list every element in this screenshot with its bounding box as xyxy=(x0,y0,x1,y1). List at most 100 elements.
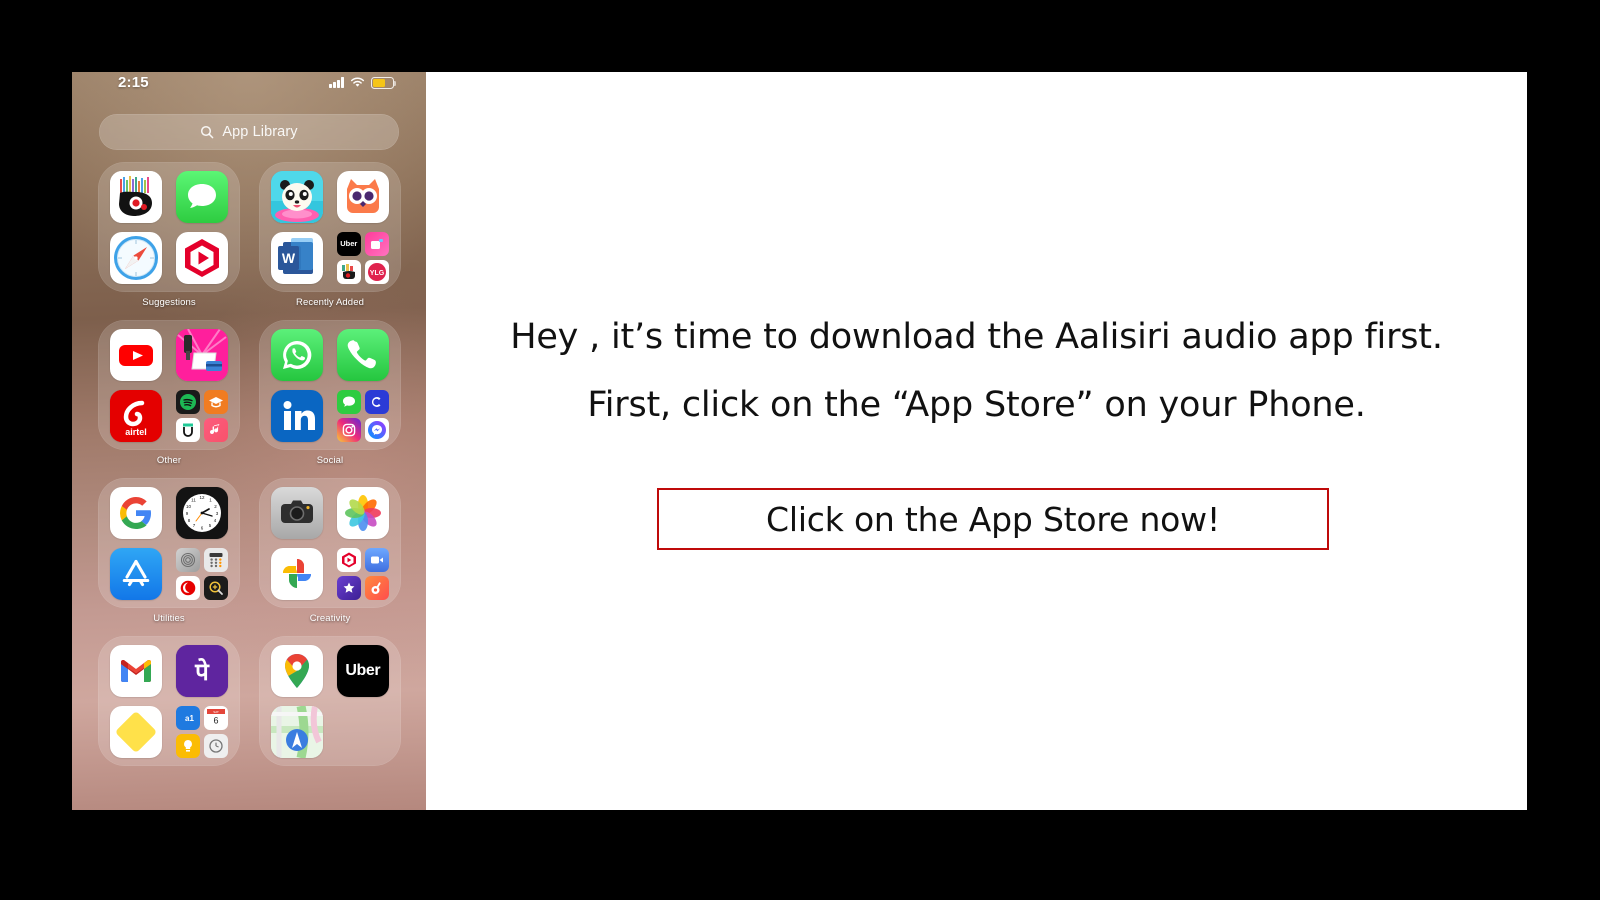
svg-text:6: 6 xyxy=(213,715,218,725)
app-icon-sticker[interactable] xyxy=(336,259,361,284)
instruction-slide: Hey , it’s time to download the Aalisiri… xyxy=(426,72,1527,810)
svg-text:पे: पे xyxy=(194,658,210,686)
app-icon-calculator[interactable] xyxy=(203,547,228,572)
slide-canvas: 2:15 App Library Suggestions W Uber YLG … xyxy=(0,0,1600,900)
folder-label: Recently Added xyxy=(296,297,364,308)
svg-text:SAT: SAT xyxy=(213,710,219,714)
svg-text:airtel: airtel xyxy=(125,427,147,437)
app-icon-phone[interactable] xyxy=(336,328,389,381)
folder-label: Other xyxy=(156,455,182,466)
folder-label: Social xyxy=(316,455,344,466)
folder-row4-right[interactable]: Uber xyxy=(259,636,401,771)
app-cluster-row4-left-more[interactable]: a1 SAT 6 xyxy=(175,705,228,758)
app-icon-garageband[interactable] xyxy=(364,575,389,600)
app-icon-apple-maps[interactable] xyxy=(271,705,324,758)
app-icon-uber[interactable]: Uber xyxy=(336,231,361,256)
wifi-icon xyxy=(350,77,365,88)
app-cluster-recently-added-more[interactable]: Uber YLG xyxy=(336,231,389,284)
svg-text:12: 12 xyxy=(199,495,205,500)
app-icon-notes[interactable] xyxy=(110,705,163,758)
app-icon-pocket-code[interactable] xyxy=(110,170,163,223)
app-icon-chingari[interactable] xyxy=(364,389,389,414)
folder-row: 12 1 2 345 678 9 10 11 Utilities Creativ… xyxy=(98,478,402,624)
folder-row: Suggestions W Uber YLG Recently Added xyxy=(98,162,402,308)
app-cluster-social-more[interactable] xyxy=(336,389,389,442)
app-icon-uber-large[interactable]: Uber xyxy=(336,644,389,697)
app-icon-instagram[interactable] xyxy=(336,417,361,442)
app-icon-magnifier[interactable] xyxy=(203,575,228,600)
folder-row4-left[interactable]: पे a1 SAT 6 xyxy=(98,636,240,771)
app-library-search-field[interactable]: App Library xyxy=(99,114,399,150)
status-bar-indicators xyxy=(329,77,397,89)
app-icon-keep[interactable] xyxy=(175,733,200,758)
app-icon-empty xyxy=(337,706,389,758)
app-icon-clock[interactable]: 12 1 2 345 678 9 10 11 xyxy=(175,486,228,539)
folder-social[interactable]: Social xyxy=(259,320,401,466)
folder-label: Creativity xyxy=(309,613,351,624)
app-icon-gmail[interactable] xyxy=(110,644,163,697)
app-icon-duolingo-owl[interactable] xyxy=(336,170,389,223)
app-icon-google-photos[interactable] xyxy=(271,547,324,600)
folder-label: Suggestions xyxy=(142,297,196,308)
app-icon-beauty[interactable] xyxy=(364,231,389,256)
app-icon-udemy[interactable] xyxy=(203,389,228,414)
status-bar-clock: 2:15 xyxy=(118,74,149,91)
folder-row: पे a1 SAT 6 Uber xyxy=(98,636,402,771)
folder-creativity[interactable]: Creativity xyxy=(259,478,401,624)
instruction-line-2: First, click on the “App Store” on your … xyxy=(587,385,1366,425)
app-library-grid: Suggestions W Uber YLG Recently Added ai… xyxy=(98,162,402,783)
svg-text:a1: a1 xyxy=(185,714,194,723)
app-icon-linkedin[interactable] xyxy=(271,389,324,442)
status-bar: 2:15 xyxy=(72,72,426,98)
app-cluster-creativity-more[interactable] xyxy=(336,547,389,600)
app-icon-play-small[interactable] xyxy=(336,547,361,572)
svg-text:W: W xyxy=(282,250,296,266)
app-icon-music[interactable] xyxy=(203,417,228,442)
app-icon-airtel[interactable]: airtel xyxy=(110,389,163,442)
app-icon-facetime[interactable] xyxy=(364,547,389,572)
folder-label: Utilities xyxy=(153,613,185,624)
svg-text:11: 11 xyxy=(191,497,196,502)
call-to-action-label: Click on the App Store now! xyxy=(766,499,1220,539)
app-icon-play-hexagon[interactable] xyxy=(175,231,228,284)
call-to-action-box[interactable]: Click on the App Store now! xyxy=(657,488,1329,550)
app-icon-panda-game[interactable] xyxy=(271,170,324,223)
app-icon-ylg[interactable]: YLG xyxy=(364,259,389,284)
app-icon-whatsapp[interactable] xyxy=(271,328,324,381)
search-icon xyxy=(201,125,214,139)
folder-row: airtel Other Social xyxy=(98,320,402,466)
app-icon-settings[interactable] xyxy=(175,547,200,572)
phone-screenshot: 2:15 App Library Suggestions W Uber YLG … xyxy=(72,72,426,810)
app-icon-billing[interactable] xyxy=(175,328,228,381)
svg-text:10: 10 xyxy=(186,504,192,509)
app-icon-unacademy[interactable] xyxy=(175,417,200,442)
svg-text:YLG: YLG xyxy=(370,270,385,277)
app-icon-imovie[interactable] xyxy=(336,575,361,600)
app-icon-youtube[interactable] xyxy=(110,328,163,381)
folder-recently-added[interactable]: W Uber YLG Recently Added xyxy=(259,162,401,308)
app-icon-google[interactable] xyxy=(110,486,163,539)
folder-other[interactable]: airtel Other xyxy=(98,320,240,466)
app-icon-safari[interactable] xyxy=(110,231,163,284)
app-library-search-label: App Library xyxy=(222,124,298,140)
app-icon-amazon-alexa[interactable]: a1 xyxy=(175,705,200,730)
app-icon-calendar[interactable]: SAT 6 xyxy=(203,705,228,730)
app-icon-spotify[interactable] xyxy=(175,389,200,414)
folder-suggestions[interactable]: Suggestions xyxy=(98,162,240,308)
app-cluster-other-more[interactable] xyxy=(175,389,228,442)
app-icon-vodafone[interactable] xyxy=(175,575,200,600)
app-icon-messages-small[interactable] xyxy=(336,389,361,414)
app-icon-camera[interactable] xyxy=(271,486,324,539)
app-icon-messages[interactable] xyxy=(175,170,228,223)
battery-low-power-icon xyxy=(371,77,397,89)
app-icon-phonepe[interactable]: पे xyxy=(175,644,228,697)
app-icon-google-maps[interactable] xyxy=(271,644,324,697)
app-icon-messenger[interactable] xyxy=(364,417,389,442)
app-icon-microsoft-word[interactable]: W xyxy=(271,231,324,284)
app-icon-photos[interactable] xyxy=(336,486,389,539)
app-icon-app-store[interactable] xyxy=(110,547,163,600)
app-cluster-utilities-more[interactable] xyxy=(175,547,228,600)
signal-bars-icon xyxy=(329,77,344,89)
app-icon-clock-small[interactable] xyxy=(203,733,228,758)
folder-utilities[interactable]: 12 1 2 345 678 9 10 11 Utilities xyxy=(98,478,240,624)
